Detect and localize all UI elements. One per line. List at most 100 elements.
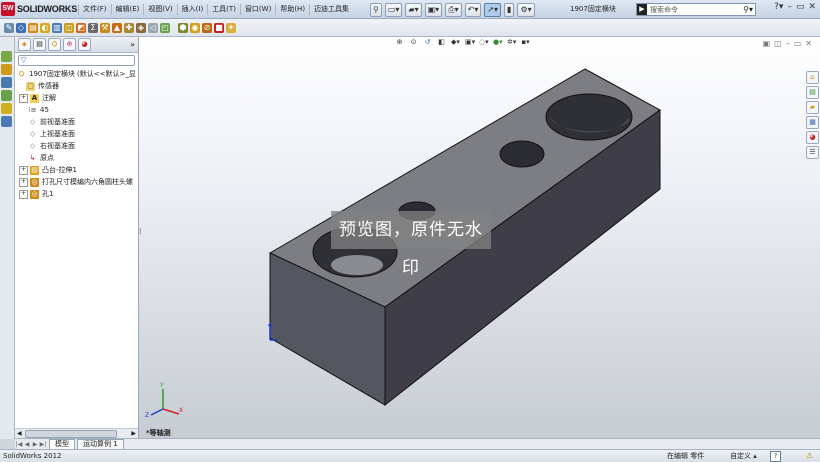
evaluate-icon[interactable]: ⬢ (178, 22, 188, 33)
menu-window[interactable]: 窗口(W) (239, 3, 275, 15)
undo-icon[interactable]: ↶▾ (464, 3, 482, 17)
revolve-icon[interactable]: ◐ (40, 22, 50, 33)
solidworks-logo[interactable]: SW SOLIDWORKS (1, 1, 77, 16)
tab-first-icon[interactable]: |◀ (15, 441, 23, 448)
color-icon[interactable]: ■ (214, 22, 224, 33)
tab-configurationmanager-icon[interactable]: ⛭ (48, 38, 61, 51)
close-icon[interactable]: ✕ (808, 2, 816, 12)
tab-propertymanager-icon[interactable]: ▤ (33, 38, 46, 51)
shell-icon[interactable]: ⚒ (100, 22, 110, 33)
cut-icon[interactable]: ▥ (52, 22, 62, 33)
status-units[interactable]: 自定义 ▴ (730, 450, 757, 462)
menu-maidi-tools[interactable]: 迈迪工具集 (309, 3, 353, 15)
extrude-feature-icon: ▤ (30, 165, 39, 175)
file-explorer-icon[interactable]: ▦ (806, 116, 819, 129)
appearance-icon[interactable]: ◉ (190, 22, 200, 33)
menu-help[interactable]: 帮助(H) (275, 3, 309, 15)
panel-horizontal-scrollbar[interactable]: ◀ ▶ (15, 428, 138, 438)
counterbore-hole-2 (545, 93, 633, 141)
menu-file[interactable]: 文件(F) (78, 3, 111, 15)
mirror-icon[interactable]: ◁ (148, 22, 158, 33)
sidebar-sensor-icon[interactable] (1, 51, 12, 62)
menu-tools[interactable]: 工具(T) (207, 3, 240, 15)
tab-prev-icon[interactable]: ◀ (23, 441, 31, 448)
status-editing: 在编辑 零件 (667, 452, 705, 460)
sidebar-sketch-icon[interactable] (1, 77, 12, 88)
plane-icon: ◇ (29, 141, 36, 150)
scrollbar-thumb[interactable] (25, 430, 117, 438)
measure-icon[interactable]: ◰ (160, 22, 170, 33)
minimize-icon[interactable]: – (787, 2, 792, 12)
plane-icon[interactable]: ✚ (124, 22, 134, 33)
design-library-icon[interactable]: ▰ (806, 101, 819, 114)
smart-dimension-icon[interactable]: ◇ (16, 22, 26, 33)
graphics-area[interactable]: ⊕ ⊙ ↺ ◧ ◆▾ ▣▾ ◌▾ ●▾ ✲▾ ▪▾ ▣ ◫ – ▭ ✕ ⁞ Y … (139, 37, 820, 438)
print-icon[interactable]: ⎙▾ (445, 3, 462, 17)
tree-item-front-plane[interactable]: ◇ 前视基准面 (15, 116, 138, 128)
search-box[interactable]: ▶ 搜索命令 ⚲▾ (636, 3, 756, 16)
tree-root[interactable]: ⛭ 1907固定横块 (默认<<默认>_显 (15, 68, 138, 80)
tree-item-sensors[interactable]: ▢ 传感器 (15, 80, 138, 92)
tab-last-icon[interactable]: ▶| (39, 441, 47, 448)
sum-icon[interactable]: Σ (88, 22, 98, 33)
svg-text:Y: Y (159, 382, 164, 389)
sidebar-surface-icon[interactable] (1, 103, 12, 114)
tab-featuremanager-icon[interactable]: ◈ (18, 38, 31, 51)
chamfer-icon[interactable]: ◩ (76, 22, 86, 33)
tab-motion-study[interactable]: 运动算例 1 (77, 439, 124, 449)
window-controls: ?▾ – ▭ ✕ (774, 2, 816, 12)
tree-item-material[interactable]: ⁝≡ 45 (15, 104, 138, 116)
view-palette-icon[interactable]: ◕ (806, 131, 819, 144)
tab-dimxpert-icon[interactable]: ⊕ (63, 38, 76, 51)
document-title: 1907固定横块 (570, 5, 616, 13)
scroll-right-icon[interactable]: ▶ (131, 429, 136, 438)
custom-properties-icon[interactable]: ☰ (806, 146, 819, 159)
tree-item-hole-wizard[interactable]: + ◎ 打孔尺寸模编内六角圆柱头螺 (15, 176, 138, 188)
tree-item-top-plane[interactable]: ◇ 上视基准面 (15, 128, 138, 140)
tree-item-origin[interactable]: ↳ 原点 (15, 152, 138, 164)
menu-insert[interactable]: 插入(I) (176, 3, 208, 15)
scroll-left-icon[interactable]: ◀ (17, 429, 22, 438)
save-icon[interactable]: ▣▾ (424, 3, 443, 17)
pin-icon[interactable]: ⚲ (370, 3, 382, 17)
sketch-icon[interactable]: ✎ (4, 22, 14, 33)
new-icon[interactable]: ▭▾ (384, 3, 403, 17)
coordinate-triad: Y X Z (145, 382, 183, 419)
expand-icon[interactable]: + (19, 165, 28, 175)
pattern-icon[interactable]: ◈ (136, 22, 146, 33)
search-input[interactable]: 搜索命令 (650, 5, 678, 15)
menu-edit[interactable]: 编辑(E) (110, 3, 144, 15)
extrude-icon[interactable]: ▤ (28, 22, 38, 33)
rebuild-status-icon[interactable]: ⚠ (806, 450, 813, 462)
tree-item-annotations[interactable]: + A 注解 (15, 92, 138, 104)
tab-model[interactable]: 模型 (49, 439, 75, 449)
fillet-icon[interactable]: ◫ (64, 22, 74, 33)
search-icon[interactable]: ⚲▾ (743, 5, 753, 14)
tree-item-boss-extrude[interactable]: + ▤ 凸台-拉伸1 (15, 164, 138, 176)
tree-item-right-plane[interactable]: ◇ 右视基准面 (15, 140, 138, 152)
sidebar-feature-icon[interactable] (1, 64, 12, 75)
select-icon[interactable]: ➚▾ (484, 3, 502, 17)
addins-icon[interactable]: ✦ (226, 22, 236, 33)
tab-next-icon[interactable]: ▶ (31, 441, 39, 448)
expand-icon[interactable]: + (19, 93, 28, 103)
help-icon[interactable]: ?▾ (774, 2, 783, 12)
expand-icon[interactable]: + (19, 189, 28, 199)
expand-icon[interactable]: + (19, 177, 28, 187)
open-icon[interactable]: ▰▾ (405, 3, 422, 17)
menu-view[interactable]: 视图(V) (143, 3, 176, 15)
render-icon[interactable]: ⊘ (202, 22, 212, 33)
resources-icon[interactable]: ▤ (806, 86, 819, 99)
panel-expand-icon[interactable]: » (130, 40, 135, 49)
tree-filter-input[interactable]: ▽ (18, 55, 135, 66)
home-icon[interactable]: ⌂ (806, 71, 819, 84)
maximize-icon[interactable]: ▭ (796, 2, 805, 12)
options-icon[interactable]: ⚙▾ (517, 3, 535, 17)
rib-icon[interactable]: ▲ (112, 22, 122, 33)
rebuild-icon[interactable]: ▮ (504, 3, 515, 17)
sidebar-weldment-icon[interactable] (1, 116, 12, 127)
sidebar-curve-icon[interactable] (1, 90, 12, 101)
tree-item-hole1[interactable]: + ◎ 孔1 (15, 188, 138, 200)
tab-display-icon[interactable]: ◕ (78, 38, 91, 51)
status-help-button[interactable]: ? (770, 451, 781, 462)
